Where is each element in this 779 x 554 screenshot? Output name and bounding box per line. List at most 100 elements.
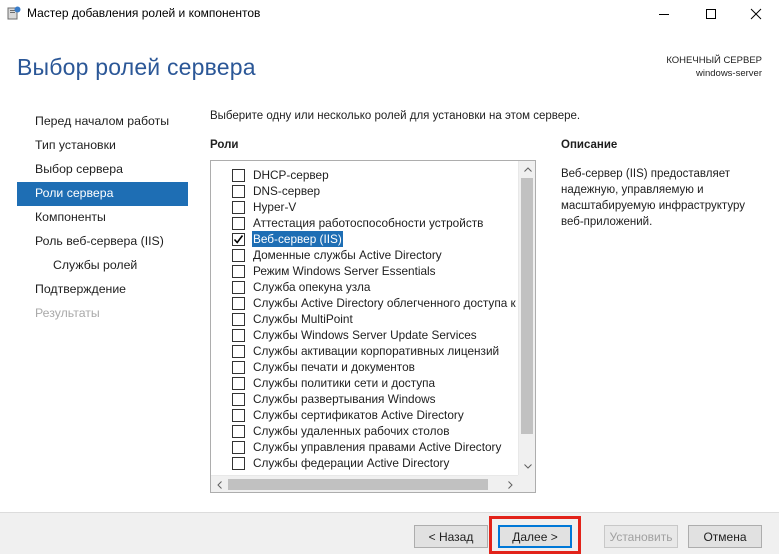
roles-list-rows: DHCP-сервер DNS-сервер Hyper-V Аттестация р…	[211, 167, 519, 471]
install-button: Установить	[604, 525, 678, 548]
close-icon	[750, 8, 762, 20]
role-checkbox[interactable]	[232, 457, 245, 470]
close-button[interactable]	[733, 0, 779, 28]
role-list-item[interactable]: DNS-сервер	[211, 183, 519, 199]
nav-item-role-services[interactable]: Службы ролей	[17, 254, 188, 278]
role-label: Служба опекуна узла	[253, 280, 371, 294]
role-list-item[interactable]: Службы MultiPoint	[211, 311, 519, 327]
role-label: Службы активации корпоративных лицензий	[253, 344, 500, 358]
scroll-left-arrow[interactable]	[211, 476, 228, 492]
role-label: Аттестация работоспособности устройств	[253, 216, 484, 230]
wizard-navigation: Перед началом работы Тип установки Выбор…	[17, 110, 188, 326]
role-checkbox[interactable]	[232, 233, 245, 246]
role-checkbox[interactable]	[232, 377, 245, 390]
nav-item-installation-type[interactable]: Тип установки	[17, 134, 188, 158]
role-list-item[interactable]: Служба опекуна узла	[211, 279, 519, 295]
destination-server-name: windows-server	[696, 68, 762, 79]
role-label: DHCP-сервер	[253, 168, 329, 182]
role-label: Службы политики сети и доступа	[253, 376, 436, 390]
destination-server-label: КОНЕЧНЫЙ СЕРВЕР	[666, 55, 762, 66]
back-button[interactable]: < Назад	[414, 525, 488, 548]
role-list-item[interactable]: Доменные службы Active Directory	[211, 247, 519, 263]
role-checkbox[interactable]	[232, 313, 245, 326]
role-checkbox[interactable]	[232, 297, 245, 310]
role-list-item[interactable]: Службы печати и документов	[211, 359, 519, 375]
role-list-item[interactable]: Веб-сервер (IIS)	[211, 231, 519, 247]
nav-item-results: Результаты	[35, 306, 100, 320]
role-label: Службы MultiPoint	[253, 312, 353, 326]
maximize-button[interactable]	[688, 0, 734, 28]
role-list-item[interactable]: Режим Windows Server Essentials	[211, 263, 519, 279]
role-label: Службы управления правами Active Directo…	[253, 440, 502, 454]
role-checkbox[interactable]	[232, 425, 245, 438]
minimize-icon	[659, 14, 669, 15]
role-checkbox[interactable]	[232, 185, 245, 198]
cancel-button[interactable]: Отмена	[688, 525, 762, 548]
role-label: Режим Windows Server Essentials	[253, 264, 436, 278]
role-list-item[interactable]: Службы политики сети и доступа	[211, 375, 519, 391]
nav-item-features[interactable]: Компоненты	[17, 206, 188, 230]
role-list-item[interactable]: Службы федерации Active Directory	[211, 455, 519, 471]
vertical-scroll-thumb[interactable]	[521, 178, 533, 434]
title-bar: Мастер добавления ролей и компонентов	[0, 0, 779, 28]
horizontal-scrollbar[interactable]	[211, 475, 519, 492]
role-label: Службы удаленных рабочих столов	[253, 424, 450, 438]
role-list-item[interactable]: Аттестация работоспособности устройств	[211, 215, 519, 231]
roles-list[interactable]: DHCP-сервер DNS-сервер Hyper-V Аттестация р…	[210, 160, 536, 493]
horizontal-scroll-thumb[interactable]	[228, 479, 488, 490]
role-list-item[interactable]: Службы развертывания Windows	[211, 391, 519, 407]
nav-item-server-roles[interactable]: Роли сервера	[17, 182, 188, 206]
role-list-item[interactable]: Службы удаленных рабочих столов	[211, 423, 519, 439]
nav-item-server-selection[interactable]: Выбор сервера	[17, 158, 188, 182]
role-label: Службы федерации Active Directory	[253, 456, 450, 470]
wizard-footer: < Назад Далее > Установить Отмена	[0, 512, 779, 554]
role-list-item[interactable]: Службы сертификатов Active Directory	[211, 407, 519, 423]
scroll-right-arrow[interactable]	[502, 476, 519, 492]
role-checkbox[interactable]	[232, 281, 245, 294]
window-title: Мастер добавления ролей и компонентов	[27, 6, 261, 20]
nav-item-confirmation[interactable]: Подтверждение	[17, 278, 188, 302]
next-button-highlight	[489, 516, 581, 554]
role-label: Службы печати и документов	[253, 360, 415, 374]
role-list-item[interactable]: Службы управления правами Active Directo…	[211, 439, 519, 455]
role-checkbox[interactable]	[232, 361, 245, 374]
role-checkbox[interactable]	[232, 409, 245, 422]
maximize-icon	[706, 9, 716, 19]
chevron-up-icon	[523, 167, 532, 172]
nav-item-before-you-begin[interactable]: Перед началом работы	[17, 110, 188, 134]
scroll-up-arrow[interactable]	[519, 161, 535, 178]
role-label: Службы сертификатов Active Directory	[253, 408, 464, 422]
vertical-scrollbar[interactable]	[518, 161, 535, 475]
role-label: Hyper-V	[253, 200, 297, 214]
role-label: Доменные службы Active Directory	[253, 248, 442, 262]
role-checkbox[interactable]	[232, 201, 245, 214]
role-list-item[interactable]: Hyper-V	[211, 199, 519, 215]
role-checkbox[interactable]	[232, 441, 245, 454]
role-list-item[interactable]: DHCP-сервер	[211, 167, 519, 183]
role-checkbox[interactable]	[232, 217, 245, 230]
description-heading: Описание	[561, 139, 618, 151]
chevron-left-icon	[217, 480, 222, 489]
role-label: Службы Windows Server Update Services	[253, 328, 477, 342]
checkmark-icon	[233, 235, 244, 244]
scroll-down-arrow[interactable]	[519, 458, 535, 475]
role-label: DNS-сервер	[253, 184, 321, 198]
role-list-item[interactable]: Службы активации корпоративных лицензий	[211, 343, 519, 359]
roles-heading: Роли	[210, 139, 239, 151]
role-checkbox[interactable]	[232, 265, 245, 278]
wizard-app-icon	[7, 6, 21, 20]
role-checkbox[interactable]	[232, 345, 245, 358]
page-title: Выбор ролей сервера	[17, 54, 256, 80]
role-checkbox[interactable]	[232, 393, 245, 406]
chevron-down-icon	[523, 464, 532, 469]
role-label: Службы развертывания Windows	[253, 392, 436, 406]
nav-item-web-server-role[interactable]: Роль веб-сервера (IIS)	[17, 230, 188, 254]
minimize-button[interactable]	[641, 0, 687, 28]
role-checkbox[interactable]	[232, 169, 245, 182]
description-text: Веб-сервер (IIS) предоставляет надежную,…	[561, 168, 745, 228]
role-list-item[interactable]: Службы Windows Server Update Services	[211, 327, 519, 343]
role-list-item[interactable]: Службы Active Directory облегченного дос…	[211, 295, 519, 311]
role-checkbox[interactable]	[232, 329, 245, 342]
role-checkbox[interactable]	[232, 249, 245, 262]
role-label: Веб-сервер (IIS)	[252, 231, 343, 247]
